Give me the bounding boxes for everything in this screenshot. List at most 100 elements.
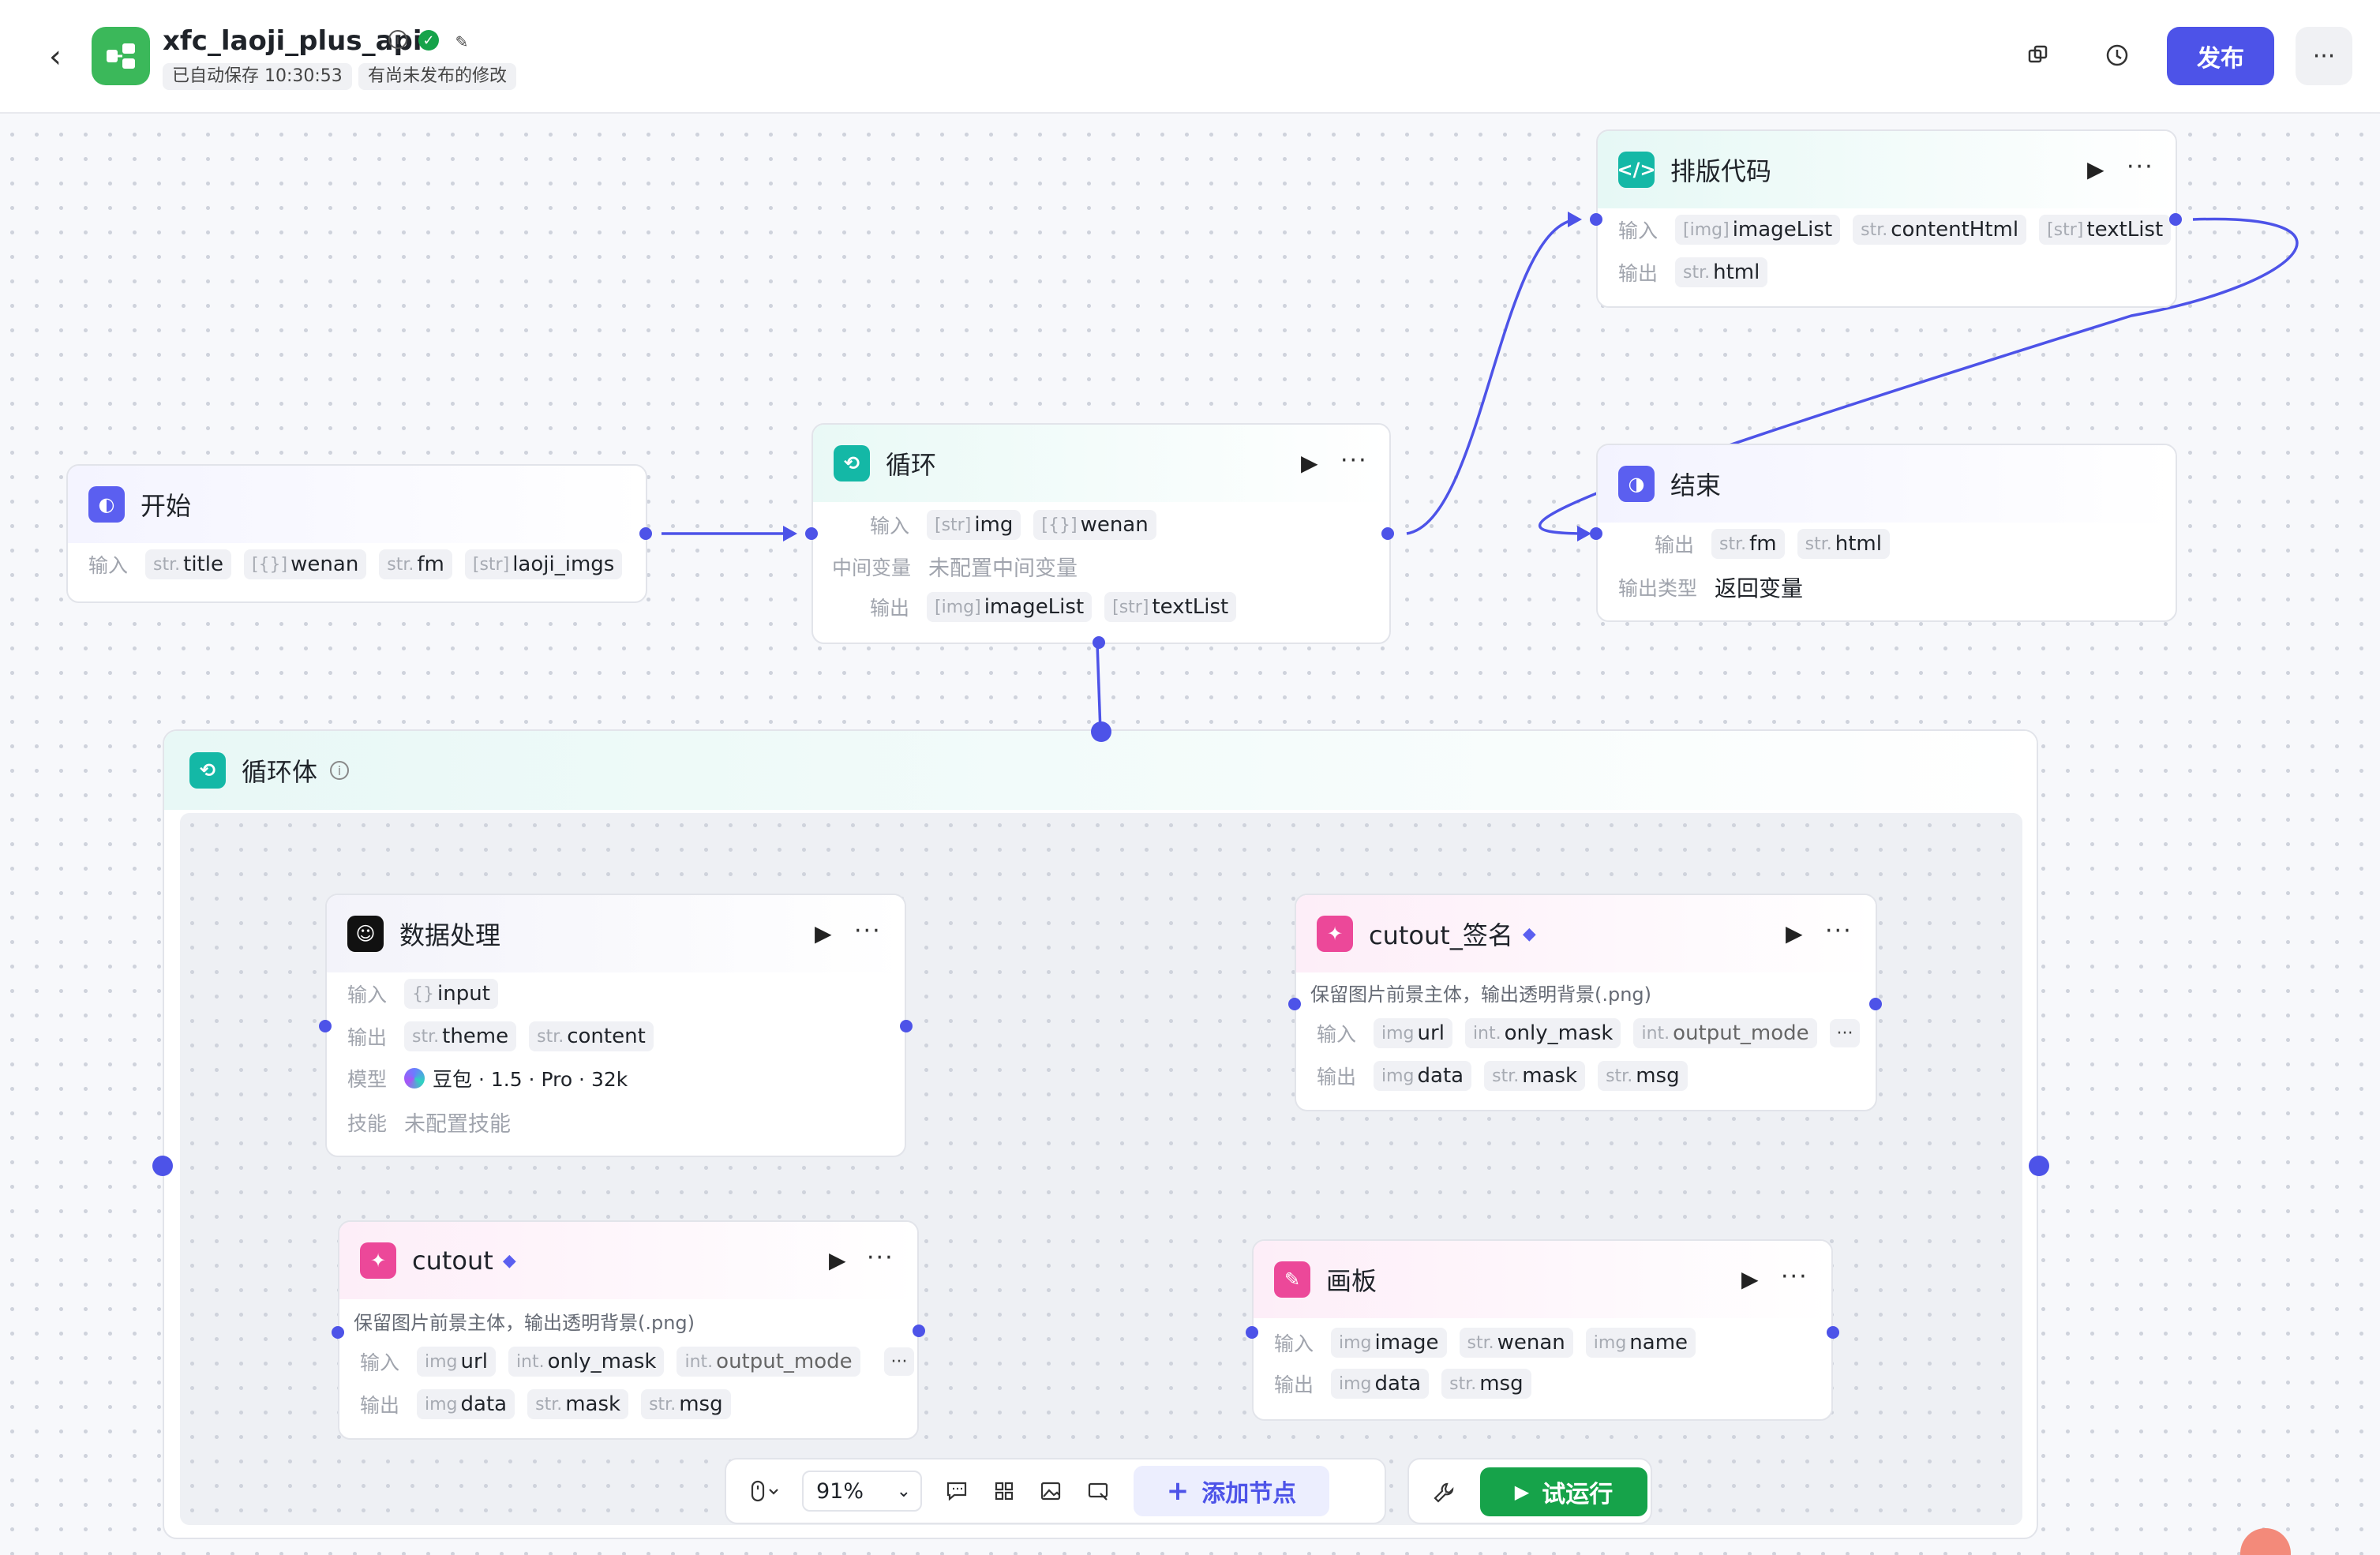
edit-icon[interactable]: ✎ xyxy=(450,30,474,54)
port-cutout-out[interactable] xyxy=(913,1325,925,1337)
param-tag: str. theme xyxy=(404,1021,517,1051)
copy-icon[interactable] xyxy=(2015,32,2062,79)
node-code[interactable]: </> 排版代码 ▶ ··· 输入 [img] imageList str. con… xyxy=(1596,129,2177,308)
param-tag: [{}] wenan xyxy=(243,549,367,579)
app-name: xfc_laoji_plus_api xyxy=(163,25,422,57)
top-bar: ‹ xfc_laoji_plus_api i ✓ ✎ 已自动保存 10:30:5… xyxy=(0,0,2380,114)
play-icon[interactable]: ▶ xyxy=(1741,1266,1768,1293)
publish-button[interactable]: 发布 xyxy=(2167,27,2274,85)
info-icon[interactable]: i xyxy=(388,30,407,49)
autosave-chip: 已自动保存 10:30:53 xyxy=(163,63,352,90)
back-icon[interactable]: ‹ xyxy=(39,39,71,74)
node-start[interactable]: ◐ 开始 输入 str. title [{}] wenan str. fm [str]… xyxy=(66,464,647,603)
more-icon[interactable]: ··· xyxy=(1781,1263,1812,1291)
loop-icon: ⟲ xyxy=(189,752,226,789)
port-cutout-in[interactable] xyxy=(332,1326,344,1339)
output-label: 输出 xyxy=(1655,534,1695,556)
param-tag: img data xyxy=(1374,1061,1472,1091)
port-body-start[interactable] xyxy=(152,1156,173,1176)
wrench-icon[interactable] xyxy=(1422,1471,1466,1515)
more-icon[interactable]: ··· xyxy=(867,1244,898,1272)
play-icon[interactable]: ▶ xyxy=(1786,920,1812,947)
param-tag: [{}] wenan xyxy=(1033,510,1156,540)
param-tag: str. fm xyxy=(1711,529,1785,559)
play-icon: ▶ xyxy=(1514,1481,1530,1503)
output-label: 输出 xyxy=(1618,262,1659,285)
param-tag: str. wenan xyxy=(1459,1328,1573,1358)
unpublished-chip: 有尚未发布的修改 xyxy=(358,63,517,90)
node-cutout-sign[interactable]: ✦ cutout_签名 ◆ ▶ ··· 保留图片前景主体，输出透明背景(.png… xyxy=(1295,894,1877,1111)
play-icon[interactable]: ▶ xyxy=(829,1247,856,1274)
more-icon[interactable]: ··· xyxy=(854,917,886,946)
play-icon[interactable]: ▶ xyxy=(1301,450,1328,477)
port-data-out[interactable] xyxy=(900,1020,913,1032)
more-icon[interactable]: ··· xyxy=(2127,153,2158,182)
node-code-title: 排版代码 xyxy=(1670,156,1772,186)
more-params-icon[interactable]: ··· xyxy=(1830,1019,1860,1047)
param-tag: [img] imageList xyxy=(927,592,1093,622)
node-description: 保留图片前景主体，输出透明背景(.png) xyxy=(1310,984,1652,1006)
play-icon[interactable]: ▶ xyxy=(2087,156,2114,183)
param-tag: str. contentHtml xyxy=(1853,215,2027,245)
port-board-out[interactable] xyxy=(1827,1326,1839,1339)
input-label: 输入 xyxy=(1618,219,1659,242)
param-tag: str. msg xyxy=(1441,1369,1531,1399)
port-board-in[interactable] xyxy=(1246,1326,1258,1339)
node-board[interactable]: ✎ 画板 ▶ ··· 输入 img image str. wenan img name… xyxy=(1252,1239,1833,1421)
zoom-select[interactable]: 91% ⌄ xyxy=(802,1471,922,1512)
node-loop[interactable]: ⟲ 循环 ▶ ··· 输入 [str] img [{}] wenan 中间变量 未配… xyxy=(811,423,1391,644)
info-icon[interactable]: i xyxy=(330,761,350,780)
skill-value: 未配置技能 xyxy=(404,1112,512,1137)
more-icon[interactable]: ··· xyxy=(2296,27,2352,85)
check-icon: ✓ xyxy=(418,30,439,51)
input-label: 输入 xyxy=(1317,1023,1357,1046)
plus-icon: + xyxy=(1166,1475,1190,1507)
comment-icon[interactable] xyxy=(933,1469,980,1513)
minimap-icon[interactable] xyxy=(1075,1469,1123,1513)
port-end-in[interactable] xyxy=(1590,527,1602,540)
canvas-toolbar: 91% ⌄ + 添加节点 xyxy=(725,1458,1386,1524)
code-icon: </> xyxy=(1617,152,1656,188)
more-icon[interactable]: ··· xyxy=(1340,447,1372,475)
play-icon[interactable]: ▶ xyxy=(815,920,841,947)
port-body-top[interactable] xyxy=(1091,721,1111,742)
param-tag: str. mask xyxy=(1484,1061,1586,1091)
param-tag: str. content xyxy=(529,1021,654,1051)
port-body-end[interactable] xyxy=(2029,1156,2049,1176)
port-cutout-sign-out[interactable] xyxy=(1869,998,1882,1010)
node-data-processing[interactable]: ☺ 数据处理 ▶ ··· 输入 {} input 输出 str. theme str… xyxy=(325,894,906,1157)
port-loop-out[interactable] xyxy=(1381,527,1394,540)
more-icon[interactable]: ··· xyxy=(1825,917,1857,946)
loop-icon: ⟲ xyxy=(834,445,870,481)
param-tag: str. title xyxy=(145,549,231,579)
add-node-button[interactable]: + 添加节点 xyxy=(1134,1466,1329,1516)
port-code-out[interactable] xyxy=(2169,213,2182,226)
diamond-icon: ◆ xyxy=(1522,924,1536,944)
more-params-icon[interactable]: ··· xyxy=(884,1347,914,1376)
edge-loop-code xyxy=(1406,218,1580,535)
param-tag: str. fm xyxy=(379,549,452,579)
midvar-value: 未配置中间变量 xyxy=(928,556,1078,581)
port-code-in[interactable] xyxy=(1590,213,1602,226)
port-data-in[interactable] xyxy=(319,1020,332,1032)
param-tag: img url xyxy=(1374,1018,1452,1048)
port-cutout-sign-in[interactable] xyxy=(1288,998,1301,1010)
node-cutout[interactable]: ✦ cutout ◆ ▶ ··· 保留图片前景主体，输出透明背景(.png) 输… xyxy=(338,1220,919,1440)
port-loop-in[interactable] xyxy=(805,527,818,540)
test-run-button[interactable]: ▶ 试运行 xyxy=(1480,1467,1647,1516)
output-label: 输出 xyxy=(360,1394,400,1417)
layout-icon[interactable] xyxy=(980,1469,1028,1513)
app-logo-icon xyxy=(92,27,150,85)
port-loop-body[interactable] xyxy=(1093,636,1105,649)
mouse-mode-icon[interactable] xyxy=(737,1469,793,1513)
output-type-value: 返回变量 xyxy=(1715,575,1804,601)
image-icon[interactable] xyxy=(1028,1469,1075,1513)
param-tag: str. msg xyxy=(1598,1061,1688,1091)
history-icon[interactable] xyxy=(2093,32,2141,79)
input-label: 输入 xyxy=(347,984,388,1006)
node-description: 保留图片前景主体，输出透明背景(.png) xyxy=(354,1312,695,1334)
output-label: 输出 xyxy=(1274,1373,1314,1396)
node-end[interactable]: ◑ 结束 输出 str. fm str. html 输出类型 返回变量 xyxy=(1596,444,2177,622)
port-start-out[interactable] xyxy=(639,527,652,540)
param-tag: str. msg xyxy=(641,1389,731,1419)
